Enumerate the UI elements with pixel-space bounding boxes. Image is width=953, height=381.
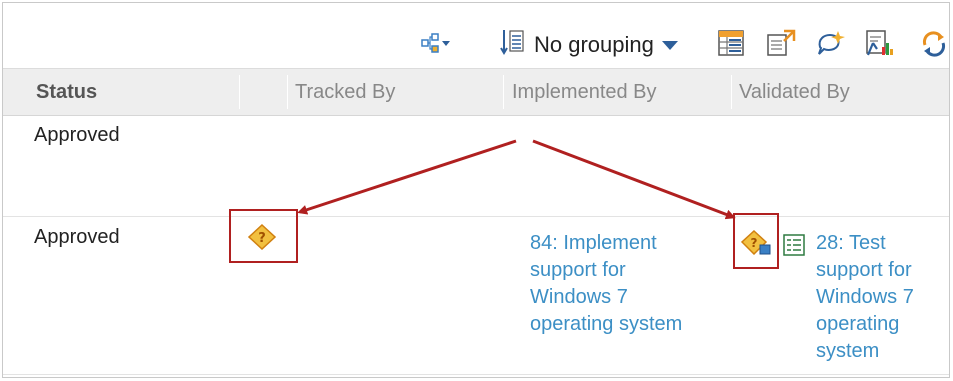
arrow-to-tracked-by bbox=[297, 139, 517, 215]
annotation-arrows bbox=[297, 139, 736, 220]
arrow-to-validated-by bbox=[532, 139, 736, 220]
